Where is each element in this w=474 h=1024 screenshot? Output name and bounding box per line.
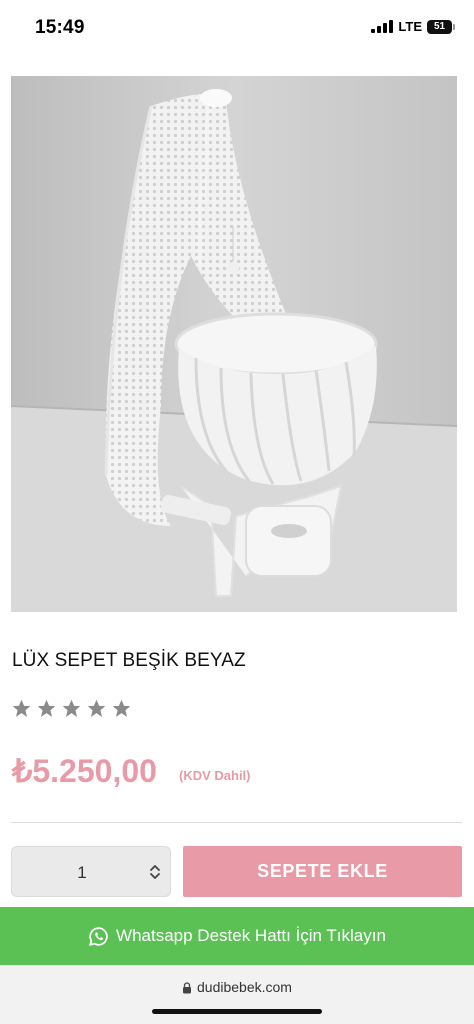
whatsapp-support-button[interactable]: Whatsapp Destek Hattı İçin Tıklayın xyxy=(0,907,474,965)
product-price: ₺5.250,00 xyxy=(12,753,157,789)
whatsapp-icon xyxy=(88,926,109,947)
star-icon xyxy=(61,698,82,719)
add-to-cart-button[interactable]: SEPETE EKLE xyxy=(183,846,462,897)
whatsapp-label: Whatsapp Destek Hattı İçin Tıklayın xyxy=(116,926,386,945)
star-icon xyxy=(86,698,107,719)
quantity-value[interactable]: 1 xyxy=(12,847,152,898)
url-text[interactable]: dudibebek.com xyxy=(197,979,292,995)
star-icon xyxy=(36,698,57,719)
tax-note: (KDV Dahil) xyxy=(179,768,251,783)
status-bar: 15:49 LTE 51 xyxy=(0,0,474,56)
star-icon xyxy=(111,698,132,719)
battery-level: 51 xyxy=(433,21,446,32)
signal-icon xyxy=(371,20,394,33)
quantity-stepper[interactable]: 1 xyxy=(11,846,171,897)
product-image[interactable] xyxy=(11,76,457,612)
status-indicators: LTE 51 xyxy=(371,19,455,34)
star-icon xyxy=(11,698,32,719)
network-type: LTE xyxy=(398,19,422,34)
home-indicator[interactable] xyxy=(152,1009,322,1014)
rating-stars xyxy=(11,698,132,719)
url-display[interactable]: dudibebek.com xyxy=(0,979,474,995)
browser-url-bar[interactable]: dudibebek.com xyxy=(0,965,474,1024)
stepper-arrows-icon[interactable] xyxy=(148,863,162,881)
product-title: LÜX SEPET BEŞİK BEYAZ xyxy=(12,650,246,671)
divider xyxy=(11,822,462,823)
status-time: 15:49 xyxy=(35,17,85,38)
lock-icon xyxy=(182,981,192,994)
battery-icon: 51 xyxy=(427,19,455,34)
